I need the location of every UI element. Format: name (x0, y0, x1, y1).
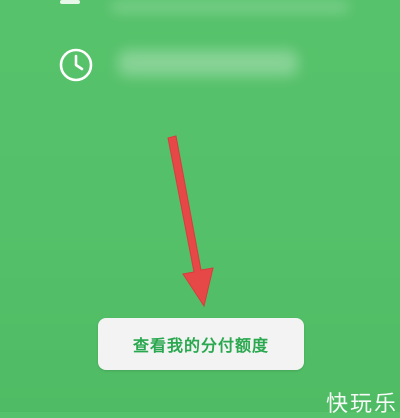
blurred-top-text (110, 0, 350, 14)
info-row (58, 44, 358, 84)
clock-icon (59, 48, 93, 82)
top-divider (60, 0, 80, 4)
view-quota-button[interactable]: 查看我的分付额度 (98, 318, 304, 370)
watermark-logo: 快玩乐 (325, 392, 398, 417)
blurred-info-text (118, 50, 298, 76)
